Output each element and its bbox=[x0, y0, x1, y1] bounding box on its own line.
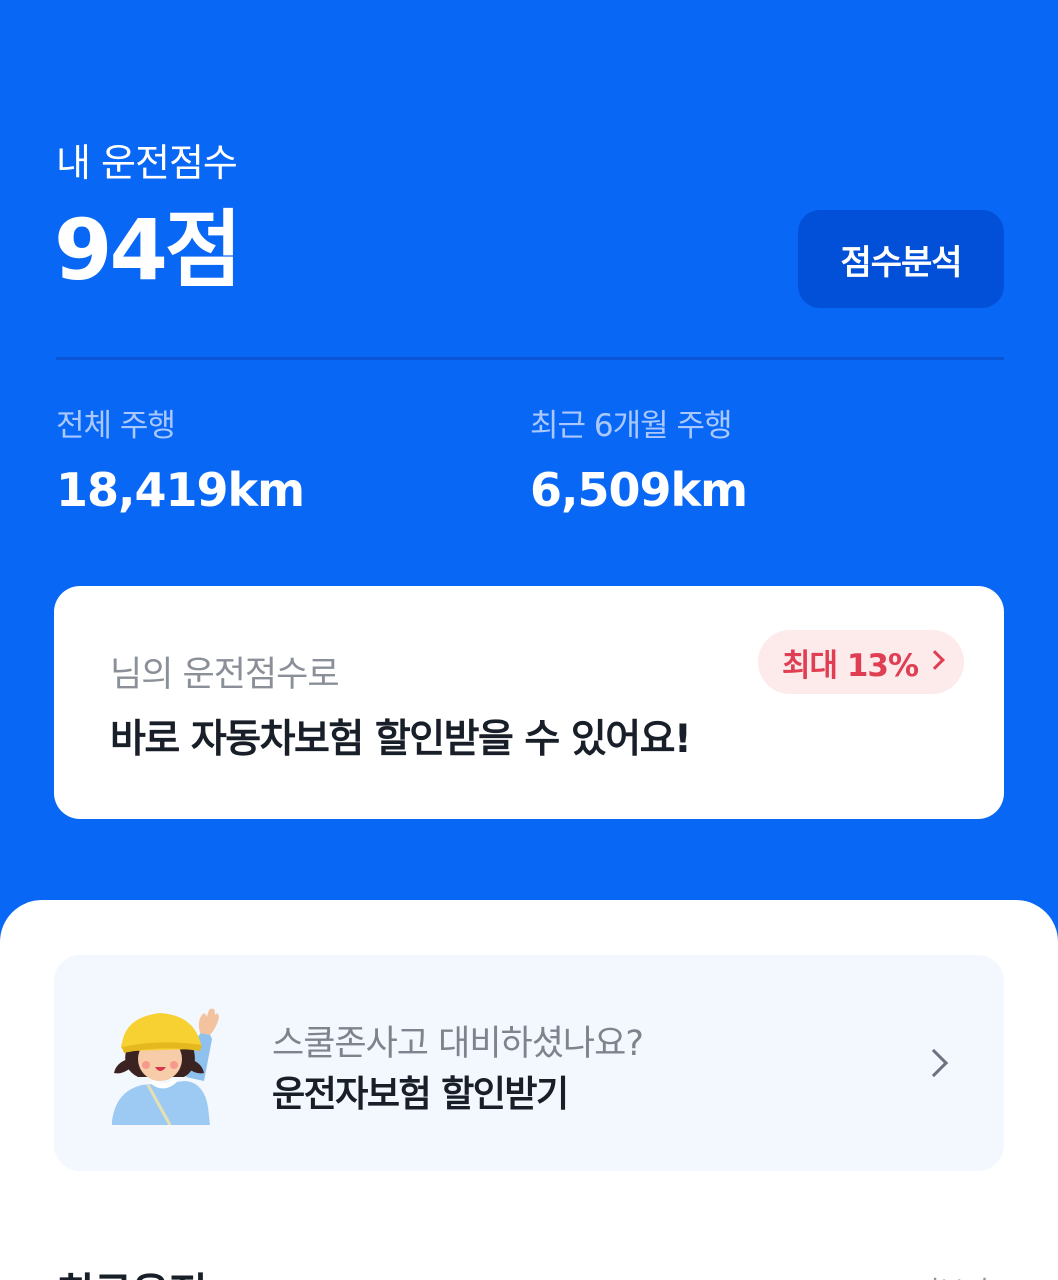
school-zone-insurance-card[interactable]: 스쿨존사고 대비하셨나요? 운전자보험 할인받기 bbox=[54, 955, 1004, 1171]
score-analysis-button[interactable]: 점수분석 bbox=[798, 210, 1004, 308]
recent-driving-label: 최근 6개월 주행 bbox=[530, 408, 733, 444]
recent-driving-value: 6,509km bbox=[530, 463, 748, 517]
school-zone-title: 운전자보험 할인받기 bbox=[272, 1074, 569, 1115]
insurance-card-title: 바로 자동차보험 할인받을 수 있어요! bbox=[110, 717, 692, 762]
total-driving-label: 전체 주행 bbox=[56, 408, 176, 444]
girl-waving-illustration bbox=[112, 1008, 219, 1125]
recent-driving-stat: 최근 6개월 주행 6,509km bbox=[530, 400, 748, 517]
view-more-link[interactable]: 더보기 bbox=[914, 1270, 989, 1280]
driving-score-value: 94점 bbox=[54, 201, 242, 299]
school-zone-subtitle: 스쿨존사고 대비하셨나요? bbox=[272, 1024, 644, 1064]
car-insurance-discount-card[interactable]: 님의 운전점수로 바로 자동차보험 할인받을 수 있어요! 최대 13% bbox=[54, 586, 1004, 819]
total-driving-value: 18,419km bbox=[56, 463, 305, 517]
chevron-right-icon bbox=[925, 650, 945, 670]
max-discount-badge[interactable]: 최대 13% bbox=[758, 630, 965, 694]
insurance-card-subtitle: 님의 운전점수로 bbox=[110, 655, 340, 695]
driving-score-screen: 내 운전점수 94점 점수분석 전체 주행 18,419km 최근 6개월 주행… bbox=[0, 0, 1058, 1280]
score-section-title: 내 운전점수 bbox=[56, 141, 238, 185]
max-discount-label: 최대 13% bbox=[782, 647, 919, 684]
bottom-sheet: 스쿨존사고 대비하셨나요? 운전자보험 할인받기 최근운전 더보기 bbox=[0, 900, 1058, 1280]
header-divider bbox=[56, 357, 1004, 360]
recent-driving-section-title: 최근운전 bbox=[56, 1260, 208, 1280]
chevron-right-icon bbox=[919, 1048, 949, 1078]
total-driving-stat: 전체 주행 18,419km bbox=[56, 400, 305, 517]
